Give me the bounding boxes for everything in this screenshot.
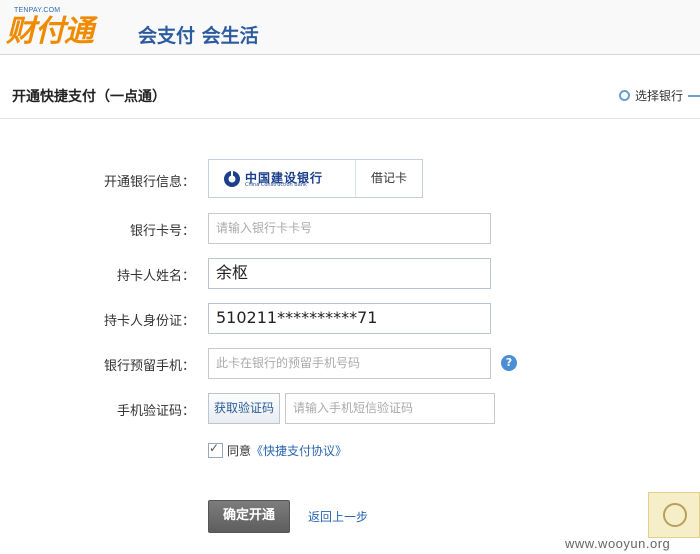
logo-text: 财付通 [6,14,94,49]
header: TENPAY.COM 财付通 会支付 会生活 [0,0,700,55]
page-title: 开通快捷支付（一点通） [12,89,166,105]
ccb-emblem-icon [224,171,240,187]
page: TENPAY.COM 财付通 会支付 会生活 开通快捷支付（一点通） 选择银行 … [0,0,700,554]
phone-label: 银行预留手机： [103,359,195,374]
card-type: 借记卡 [370,171,407,185]
bank-info-label: 开通银行信息： [103,175,195,190]
bank-selector[interactable]: 中国建设银行 China Construction Bank 借记卡 [208,159,423,198]
step-indicator: 选择银行 [618,87,700,104]
confirm-button[interactable]: 确定开通 [208,500,290,533]
card-number-label: 银行卡号： [129,224,195,239]
step-circle-icon [618,90,630,101]
agreement-row: ✓ 同意《快捷支付协议》 [208,441,347,459]
back-link[interactable]: 返回上一步 [308,508,368,525]
ccb-logo: 中国建设银行 China Construction Bank [223,168,343,190]
bank-name-en: China Construction Bank [245,182,307,188]
id-number-input[interactable]: 510211**********71 [208,303,491,334]
phone-input[interactable]: 此卡在银行的预留手机号码 [208,348,491,379]
agreement-checkbox[interactable]: ✓ [208,441,223,458]
tenpay-logo[interactable]: TENPAY.COM 财付通 [6,6,136,50]
agreement-link[interactable]: 《快捷支付协议》 [251,444,347,458]
watermark-badge [648,492,700,538]
agreement-prefix: 同意 [227,444,252,458]
holder-name-input[interactable]: 余枢 [208,258,491,289]
card-number-input[interactable]: 请输入银行卡卡号 [208,213,491,244]
help-icon[interactable]: ? [501,355,517,371]
step-label: 选择银行 [634,89,683,103]
sms-code-input[interactable]: 请输入手机短信验证码 [285,393,495,424]
get-code-button[interactable]: 获取验证码 [208,393,280,424]
step-connector [688,95,700,97]
slogan: 会支付 会生活 [138,25,259,47]
watermark-text: www.wooyun.org [565,536,671,551]
logo-domain: TENPAY.COM [14,7,61,14]
holder-name-label: 持卡人姓名： [116,269,195,284]
sms-code-label: 手机验证码： [116,404,195,419]
watermark-ring-icon [663,503,687,527]
checkmark-icon: ✓ [209,441,220,455]
id-number-label: 持卡人身份证： [103,314,195,329]
title-bar: 开通快捷支付（一点通） 选择银行 [0,72,700,119]
